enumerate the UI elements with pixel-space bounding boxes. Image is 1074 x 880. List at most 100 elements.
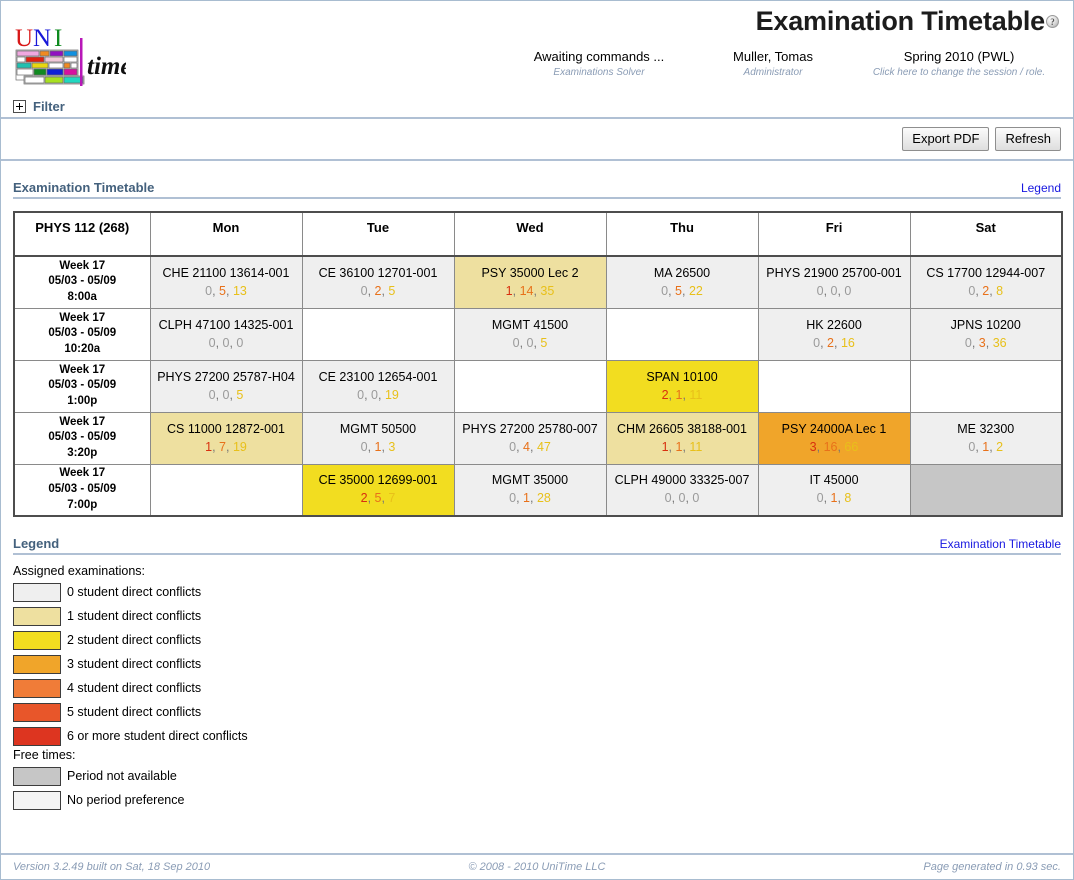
period-time: 1:00p xyxy=(67,394,98,407)
timetable-cell-exam[interactable]: CE 23100 12654-001 0, 0, 19 xyxy=(301,359,455,413)
timetable-section-title: Examination Timetable xyxy=(13,180,155,195)
footer-generation-time: Page generated in 0.93 sec. xyxy=(923,861,1061,873)
timetable-cell-exam[interactable]: MGMT 50500 0, 1, 3 xyxy=(301,411,455,465)
conflict-count-2: 16 xyxy=(840,335,855,350)
timetable-cell-exam[interactable]: PHYS 27200 25787-H04 0, 0, 5 xyxy=(149,359,303,413)
user-role: Administrator xyxy=(743,66,803,78)
user-name: Muller, Tomas xyxy=(733,49,813,65)
timetable-cell-exam[interactable]: CE 36100 12701-001 0, 2, 5 xyxy=(301,255,455,309)
page-footer: Version 3.2.49 built on Sat, 18 Sep 2010… xyxy=(1,853,1073,879)
timetable-cell-exam[interactable]: ME 32300 0, 1, 2 xyxy=(909,411,1063,465)
timetable-period-label: Week 17 05/03 - 05/09 10:20a xyxy=(13,307,151,361)
filter-bar[interactable]: Filter xyxy=(1,99,1073,119)
timetable-cell-exam[interactable]: CLPH 47100 14325-001 0, 0, 0 xyxy=(149,307,303,361)
conflict-separator: , xyxy=(668,283,676,298)
timetable-period-label: Week 17 05/03 - 05/09 1:00p xyxy=(13,359,151,413)
exam-conflict-counts: 0, 4, 47 xyxy=(455,439,605,456)
conflict-separator: , xyxy=(823,491,831,506)
exam-conflict-counts: 0, 1, 28 xyxy=(455,490,605,507)
timetable-cell-exam[interactable]: PSY 35000 Lec 2 1, 14, 35 xyxy=(453,255,607,309)
exam-conflict-counts: 0, 0, 5 xyxy=(151,387,301,404)
exam-name: PHYS 27200 25787-H04 xyxy=(157,369,295,384)
legend-section-title: Legend xyxy=(13,536,60,551)
conflict-separator: , xyxy=(367,439,375,454)
exam-name: IT 45000 xyxy=(809,473,859,488)
timetable-day-header: Tue xyxy=(301,211,455,257)
timetable-cell-exam[interactable]: CHM 26605 38188-001 1, 1, 11 xyxy=(605,411,759,465)
examination-timetable-link[interactable]: Examination Timetable xyxy=(940,537,1061,551)
timetable-cell-exam[interactable]: SPAN 10100 2, 1, 11 xyxy=(605,359,759,413)
conflict-count-0: 0 xyxy=(664,491,672,506)
legend-item: 6 or more student direct conflicts xyxy=(13,724,1061,748)
timetable-cell-exam[interactable]: PHYS 27200 25780-007 0, 4, 47 xyxy=(453,411,607,465)
conflict-count-1: 5 xyxy=(219,283,226,298)
exam-conflict-counts: 0, 1, 3 xyxy=(303,439,453,456)
exam-conflict-counts: 1, 7, 19 xyxy=(151,439,301,456)
timetable-cell-exam[interactable]: CHE 21100 13614-001 0, 5, 13 xyxy=(149,255,303,309)
timetable-cell-exam[interactable]: JPNS 10200 0, 3, 36 xyxy=(909,307,1063,361)
legend-item-label: 1 student direct conflicts xyxy=(67,609,202,623)
exam-name: MGMT 50500 xyxy=(339,421,417,436)
legend-item-label: No period preference xyxy=(67,793,185,807)
conflict-count-1: 7 xyxy=(219,439,226,454)
help-icon[interactable]: ? xyxy=(1046,15,1059,28)
refresh-button[interactable]: Refresh xyxy=(995,126,1061,152)
legend-group-caption: Free times: xyxy=(13,748,76,762)
exam-conflict-counts: 0, 3, 36 xyxy=(911,335,1061,352)
timetable-body: Week 17 05/03 - 05/09 8:00a CHE 21100 13614… xyxy=(13,255,1063,517)
legend-item: 1 student direct conflicts xyxy=(13,604,1061,628)
conflict-count-1: 14 xyxy=(519,283,534,298)
timetable-cell-exam[interactable]: MGMT 35000 0, 1, 28 xyxy=(453,463,607,517)
session-selector[interactable]: Spring 2010 (PWL) Click here to change t… xyxy=(847,49,1059,78)
expand-plus-icon[interactable] xyxy=(13,100,26,113)
timetable-corner-label: PHYS 112 (268) xyxy=(13,211,151,257)
user-info[interactable]: Muller, Tomas Administrator xyxy=(699,49,847,78)
conflict-count-0: 0 xyxy=(512,335,520,350)
legend-link[interactable]: Legend xyxy=(1021,181,1061,195)
conflict-count-2: 8 xyxy=(996,283,1004,298)
timetable-cell-empty[interactable] xyxy=(453,359,607,413)
solver-status: Awaiting commands ... Examinations Solve… xyxy=(499,49,699,78)
conflict-separator: , xyxy=(516,439,524,454)
timetable-row: Week 17 05/03 - 05/09 7:00p CE 35000 12699-… xyxy=(13,463,1063,517)
exam-name: PHYS 27200 25780-007 xyxy=(462,421,598,436)
legend-item: No period preference xyxy=(13,788,1061,812)
timetable-cell-empty[interactable] xyxy=(301,307,455,361)
timetable-cell-exam[interactable]: MGMT 41500 0, 0, 5 xyxy=(453,307,607,361)
conflict-count-2: 5 xyxy=(236,387,244,402)
timetable-cell-exam[interactable]: IT 45000 0, 1, 8 xyxy=(757,463,911,517)
timetable-cell-exam[interactable]: PHYS 21900 25700-001 0, 0, 0 xyxy=(757,255,911,309)
timetable-cell-empty[interactable] xyxy=(909,359,1063,413)
conflict-separator: , xyxy=(671,491,679,506)
conflict-count-2: 8 xyxy=(844,491,852,506)
timetable-period-label: Week 17 05/03 - 05/09 3:20p xyxy=(13,411,151,465)
timetable-cell-exam[interactable]: CS 11000 12872-001 1, 7, 19 xyxy=(149,411,303,465)
timetable-cell-exam[interactable]: CS 17700 12944-007 0, 2, 8 xyxy=(909,255,1063,309)
conflict-separator: , xyxy=(971,335,979,350)
conflict-count-0: 0 xyxy=(208,387,216,402)
export-pdf-button[interactable]: Export PDF xyxy=(902,126,990,152)
timetable-head: PHYS 112 (268) Mon Tue Wed Thu Fri Sat xyxy=(13,211,1063,257)
conflict-count-1: 3 xyxy=(978,335,986,350)
exam-conflict-counts: 0, 5, 22 xyxy=(607,283,757,300)
exam-name: CE 23100 12654-001 xyxy=(318,369,438,384)
period-time: 8:00a xyxy=(67,291,97,303)
timetable-section: Examination Timetable Legend PHYS 112 (2… xyxy=(1,180,1073,517)
conflict-count-1: 2 xyxy=(827,335,834,350)
timetable-cell-exam[interactable]: HK 22600 0, 2, 16 xyxy=(757,307,911,361)
timetable-cell-empty[interactable] xyxy=(149,463,303,517)
conflict-count-2: 0 xyxy=(692,491,700,506)
toolbar: Export PDF Refresh xyxy=(1,119,1073,161)
exam-name: CLPH 47100 14325-001 xyxy=(158,317,294,332)
timetable-cell-exam[interactable]: CLPH 49000 33325-007 0, 0, 0 xyxy=(605,463,759,517)
timetable-cell-exam[interactable]: MA 26500 0, 5, 22 xyxy=(605,255,759,309)
timetable-cell-empty[interactable] xyxy=(605,307,759,361)
timetable-cell-exam[interactable]: PSY 24000A Lec 1 3, 16, 66 xyxy=(757,411,911,465)
exam-conflict-counts: 1, 14, 35 xyxy=(455,283,605,300)
legend-section: Legend Examination Timetable Assigned ex… xyxy=(1,536,1073,812)
timetable-cell-exam[interactable]: CE 35000 12699-001 2, 5, 7 xyxy=(301,463,455,517)
footer-copyright: © 2008 - 2010 UniTime LLC xyxy=(468,861,606,873)
conflict-count-2: 36 xyxy=(992,335,1007,350)
timetable-cell-empty[interactable] xyxy=(757,359,911,413)
conflict-count-0: 0 xyxy=(964,335,972,350)
